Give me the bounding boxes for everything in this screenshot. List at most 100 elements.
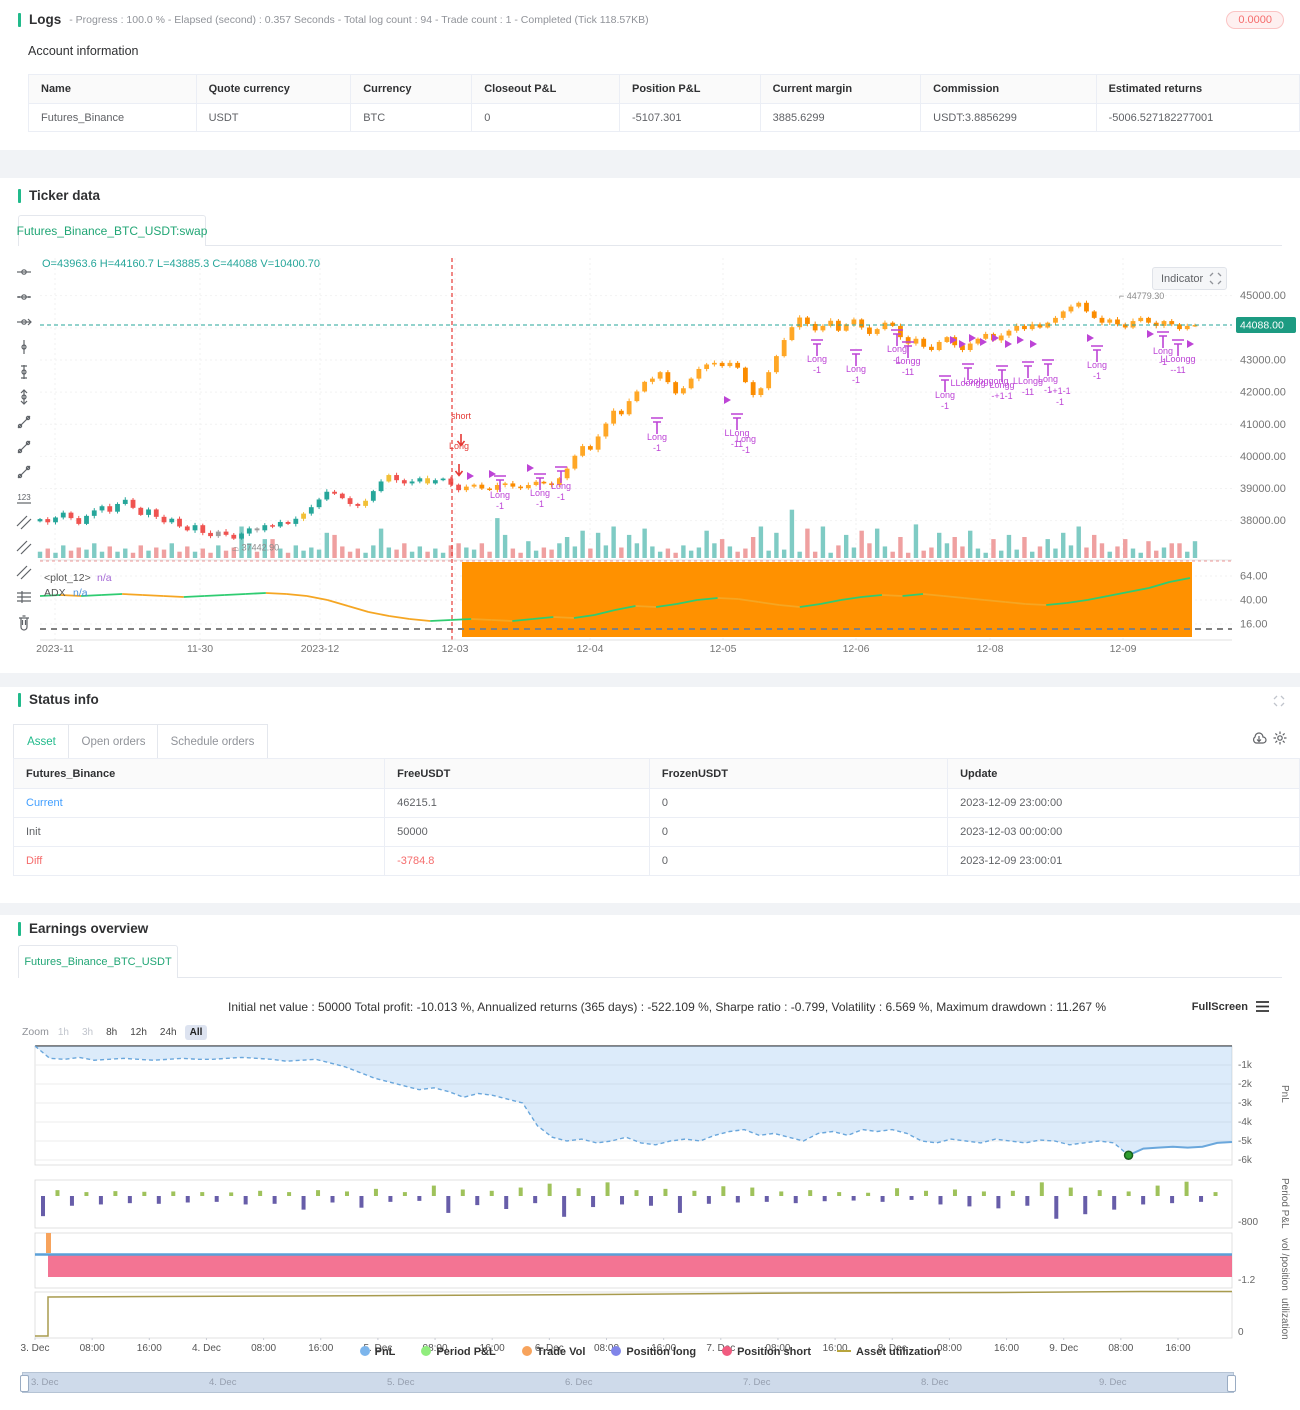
svg-text:40.00: 40.00 [1240,595,1268,607]
zoom-label: Zoom [22,1026,49,1038]
tab-underline [18,977,1282,978]
status-header: Status info [18,692,99,707]
svg-text:43000.00: 43000.00 [1240,354,1286,366]
navigator-label: 6. Dec [565,1377,593,1388]
legend-item-pnl[interactable]: PnL [359,1346,395,1358]
hamburger-menu-icon[interactable] [1255,1000,1270,1013]
gear-icon[interactable] [1272,730,1288,746]
legend-dot-swatch [611,1346,622,1356]
cell: Diff [12,846,386,876]
svg-text:-1: -1 [1056,397,1064,407]
zoom-button-1h[interactable]: 1h [53,1025,74,1040]
status-tab-open-orders[interactable]: Open orders [68,724,159,760]
legend-item-asset-utilization[interactable]: Asset utilization [837,1346,940,1358]
legend-dot-swatch [421,1346,432,1356]
earnings-chart[interactable]: -1k -2k -3k -4k -5k -6k -800 -1.2 0 [0,1040,1300,1340]
svg-text:39000.00: 39000.00 [1240,483,1286,495]
svg-text:Long: Long [846,364,866,374]
svg-text:-800: -800 [1238,1217,1258,1228]
svg-text:Long: Long [1038,374,1058,384]
col-header: FreeUSDT [384,758,650,789]
col-header: Closeout P&L [471,74,620,104]
svg-text:LLoongg: LLoongg [1160,354,1195,364]
ticker-header: Ticker data [18,188,100,203]
status-badge: 0.0000 [1226,11,1284,29]
cell: 0 [648,817,949,847]
zoom-controls: Zoom 1h 3h 8h 12h 24h All [22,1022,210,1040]
divider-strip [0,903,1300,915]
cell: 2023-12-09 23:00:00 [947,788,1300,818]
svg-text:⌓ 37442.90: ⌓ 37442.90 [232,543,279,553]
ticker-title: Ticker data [29,188,101,203]
svg-text:-1: -1 [813,365,821,375]
col-header: FrozenUSDT [648,758,949,789]
zoom-button-12h[interactable]: 12h [125,1025,152,1040]
zoom-button-8h[interactable]: 8h [101,1025,122,1040]
svg-text:38000.00: 38000.00 [1240,515,1286,527]
logs-header: Logs - Progress : 100.0 % - Elapsed (sec… [18,12,649,27]
col-header: Position P&L [618,74,761,104]
cell: 0 [471,103,620,132]
status-tab-schedule-orders[interactable]: Schedule orders [157,724,268,760]
zoom-button-all[interactable]: All [184,1025,208,1040]
legend-item-trade-vol[interactable]: Trade Vol [521,1346,585,1358]
svg-text:40000.00: 40000.00 [1240,451,1286,463]
col-header: Update [947,758,1300,789]
legend-item-position-short[interactable]: Position short [722,1346,811,1358]
earnings-tab[interactable]: Futures_Binance_BTC_USDT [18,945,178,978]
indicator-button[interactable]: Indicator [1152,267,1228,290]
col-header: Quote currency [195,74,352,104]
axis-title: vol /position [1279,1238,1290,1291]
navigator-label: 5. Dec [387,1377,415,1388]
svg-text:⌐ 44779.30: ⌐ 44779.30 [1119,291,1164,301]
cell: Futures_Binance [28,103,197,132]
expand-icon[interactable] [1272,694,1286,708]
svg-text:Long: Long [807,354,827,364]
legend-item-period-p-l[interactable]: Period P&L [421,1346,496,1358]
svg-text:--11: --11 [1170,365,1185,375]
account-table: Name Quote currency Currency Closeout P&L Po… [28,74,1300,132]
cell: 46215.1 [384,788,650,818]
cell: -5107.301 [618,103,761,132]
tab-underline [18,245,1282,246]
navigator-right-handle[interactable] [1227,1375,1236,1392]
cell[interactable]: Current [12,788,386,818]
fullscreen-icon[interactable] [1209,272,1222,285]
svg-text:Longg: Longg [895,356,920,366]
svg-text:-1: -1 [557,492,565,502]
svg-text:41000.00: 41000.00 [1240,419,1286,431]
svg-text:-1: -1 [496,501,504,511]
earnings-title: Earnings overview [29,921,149,936]
col-header: Name [28,74,197,104]
svg-text:12-05: 12-05 [710,643,737,655]
divider-strip [0,673,1300,687]
zoom-button-24h[interactable]: 24h [155,1025,182,1040]
svg-text:-2k: -2k [1238,1079,1253,1090]
earnings-summary: Initial net value : 50000 Total profit: … [228,1000,1107,1014]
navigator-left-handle[interactable] [20,1375,29,1392]
cell: 3885.6299 [759,103,922,132]
legend-item-position-long[interactable]: Position long [611,1346,696,1358]
svg-text:45000.00: 45000.00 [1240,290,1286,302]
svg-text:2023-11: 2023-11 [36,643,74,655]
ticker-tab[interactable]: Futures_Binance_BTC_USDT:swap [17,215,207,246]
account-info-title: Account information [28,44,139,58]
svg-text:12-03: 12-03 [442,643,469,655]
status-table: Futures_Binance FreeUSDT FrozenUSDT Update C… [12,758,1300,876]
svg-text:12-06: 12-06 [843,643,870,655]
download-icon[interactable] [1251,730,1267,746]
svg-text:42000.00: 42000.00 [1240,387,1286,399]
candlestick-chart[interactable]: 45000.0044000.0043000.0042000.0041000.00… [0,250,1300,660]
svg-text:Long: Long [736,434,756,444]
svg-text:ADX: ADX [44,587,66,599]
svg-text:11-30: 11-30 [187,643,213,655]
chart-legend[interactable]: PnL Period P&L Trade Vol Position long Posit… [0,1346,1300,1358]
range-navigator[interactable]: 3. Dec 4. Dec 5. Dec 6. Dec 7. Dec 8. Dec 9. D… [20,1372,1236,1393]
zoom-button-3h[interactable]: 3h [77,1025,98,1040]
svg-text:-1: -1 [941,401,949,411]
cell: BTC [350,103,473,132]
fullscreen-label[interactable]: FullScreen [1192,1001,1248,1013]
svg-text:-1: -1 [742,445,750,455]
status-table-wrap: Futures_Binance FreeUSDT FrozenUSDT Update C… [12,758,1300,876]
status-tab-asset[interactable]: Asset [13,724,70,760]
